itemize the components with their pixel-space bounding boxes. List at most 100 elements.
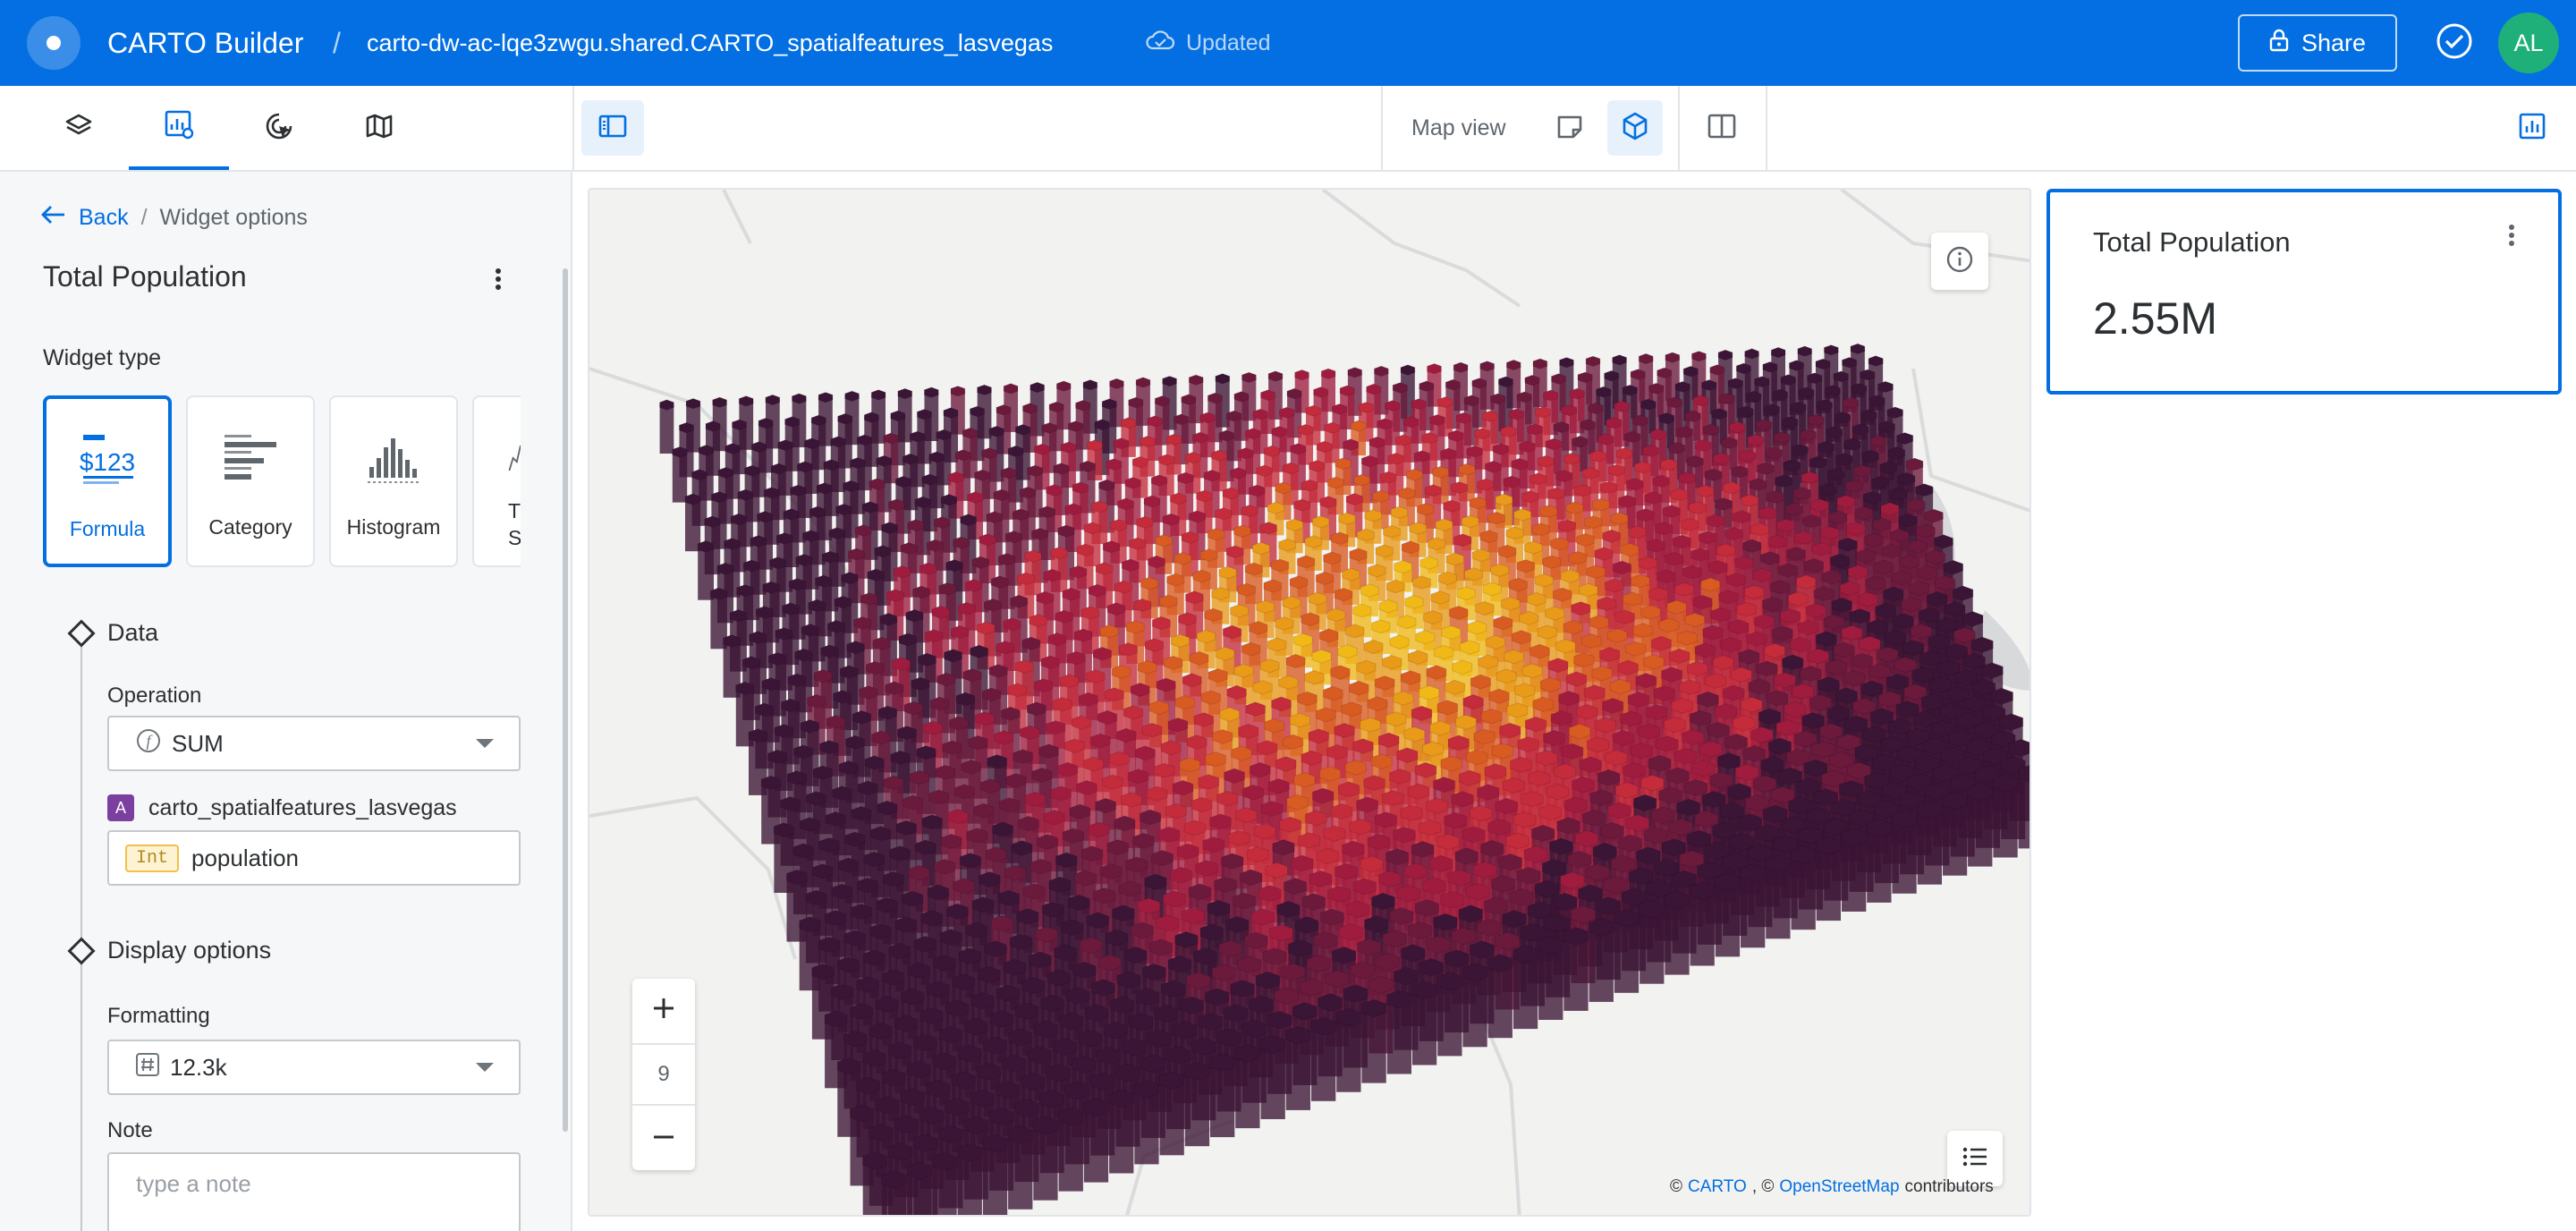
tab-basemaps[interactable] — [329, 86, 429, 170]
hex-cell — [1309, 460, 1326, 472]
hex-cell — [916, 408, 932, 420]
hex-cell — [1230, 604, 1250, 618]
hex-cell — [865, 660, 885, 675]
hex-cell — [957, 601, 976, 616]
hex-cell — [1414, 761, 1437, 778]
map-3d-button[interactable] — [1607, 100, 1663, 156]
hex-cell — [1411, 705, 1433, 722]
hex-cell — [850, 903, 873, 920]
hex-cell — [724, 538, 741, 550]
hex-cell — [996, 403, 1012, 416]
hex-cell — [1057, 761, 1079, 777]
breadcrumb-separator: / — [140, 204, 148, 230]
hex-cell — [765, 394, 781, 406]
hex-cell — [967, 491, 984, 504]
sync-status-label: Updated — [1186, 30, 1271, 55]
data-section-title[interactable]: Data — [107, 619, 158, 647]
display-options-title[interactable]: Display options — [107, 937, 271, 964]
hex-cell — [1466, 445, 1483, 458]
tab-widgets[interactable] — [129, 86, 229, 170]
hex-cell — [1144, 873, 1167, 891]
hex-cell — [1198, 1012, 1224, 1031]
hex-cell — [1167, 955, 1192, 973]
hex-cell — [1427, 362, 1442, 375]
carto-logo[interactable] — [27, 16, 80, 70]
hex-cell — [821, 550, 839, 564]
hex-cell — [1563, 926, 1589, 946]
share-button[interactable]: Share — [2238, 14, 2397, 72]
widget-type-histogram[interactable]: Histogram — [329, 395, 458, 567]
widget-card-menu-button[interactable] — [2497, 219, 2526, 255]
hex-cell — [1156, 677, 1176, 692]
hex-cell — [1698, 531, 1717, 545]
map-2d-button[interactable] — [1542, 100, 1597, 156]
hex-cell — [1425, 797, 1449, 815]
zoom-in-button[interactable] — [632, 979, 695, 1041]
hex-column — [1614, 918, 1640, 993]
formula-icon: $123 — [47, 433, 168, 487]
hex-cell — [903, 700, 924, 716]
hex-cell — [1545, 437, 1563, 451]
formatting-select[interactable]: 12.3k — [107, 1040, 521, 1095]
source-badge: A — [107, 794, 134, 821]
hex-cell — [1815, 631, 1837, 647]
column-select[interactable]: Int population — [107, 830, 521, 886]
hex-cell — [1648, 754, 1672, 772]
hex-cell — [1704, 468, 1723, 481]
hex-cell — [953, 536, 970, 549]
carto-attribution-link[interactable]: CARTO — [1688, 1177, 1747, 1197]
widgets-panel-button[interactable] — [2504, 100, 2560, 156]
widget-menu-button[interactable] — [484, 263, 513, 299]
hex-cell — [1427, 537, 1446, 551]
hex-cell — [1370, 619, 1391, 634]
note-input[interactable] — [107, 1152, 521, 1231]
hex-cell — [950, 624, 970, 640]
hex-cell — [877, 705, 898, 720]
panel-scrollbar[interactable] — [563, 268, 568, 1132]
hex-cell — [1121, 558, 1140, 573]
hex-cell — [1620, 542, 1640, 557]
hex-cell — [937, 1125, 964, 1144]
hex-cell — [1064, 1081, 1090, 1099]
split-view-button[interactable] — [1694, 100, 1750, 156]
widget-type-time-series[interactable]: Time Series — [472, 395, 521, 567]
tab-layers[interactable] — [29, 86, 129, 170]
hex-cell — [1801, 711, 1825, 729]
hex-cell — [1003, 617, 1021, 632]
hex-cell — [1243, 931, 1268, 950]
map-canvas[interactable]: 9 © CARTO , © OpenStreetMap contributors — [588, 188, 2031, 1217]
widget-type-category[interactable]: Category — [186, 395, 315, 567]
tab-interactions[interactable] — [229, 86, 329, 170]
formula-widget-card[interactable]: Total Population 2.55M — [2046, 189, 2562, 395]
hex-cell — [1853, 464, 1871, 478]
hex-cell — [1490, 563, 1510, 578]
publish-check-button[interactable] — [2433, 21, 2476, 64]
hex-cell — [1046, 1064, 1072, 1082]
map-info-button[interactable] — [1931, 233, 1988, 290]
toggle-panel-button[interactable] — [581, 100, 644, 156]
map-name[interactable]: carto-dw-ac-lqe3zwgu.shared.CARTO_spatia… — [367, 29, 1053, 57]
hex-cell — [1821, 569, 1843, 585]
hex-cell — [844, 734, 865, 750]
hex-cell — [1141, 722, 1163, 738]
hex-cell — [1022, 883, 1046, 900]
hex-cell — [1258, 885, 1282, 903]
hex-cell — [1101, 398, 1117, 410]
hex-cell — [1415, 630, 1436, 645]
hex-cell — [1583, 684, 1606, 700]
hex-cell — [659, 399, 674, 411]
zoom-out-button[interactable] — [632, 1108, 695, 1170]
hex-cell — [1643, 826, 1668, 845]
hex-cell — [1573, 652, 1595, 668]
hex-cell — [852, 616, 872, 630]
osm-attribution-link[interactable]: OpenStreetMap — [1779, 1177, 1899, 1197]
hex-cell — [1567, 850, 1592, 869]
hex-cell — [938, 1025, 963, 1044]
user-avatar[interactable]: AL — [2498, 13, 2559, 73]
back-link[interactable]: Back — [39, 204, 129, 232]
hex-cell — [924, 629, 944, 643]
hex-cell — [1519, 440, 1536, 454]
hex-cell — [1203, 469, 1221, 482]
operation-select[interactable]: f SUM — [107, 716, 521, 771]
widget-type-formula[interactable]: $123 Formula — [43, 395, 172, 567]
